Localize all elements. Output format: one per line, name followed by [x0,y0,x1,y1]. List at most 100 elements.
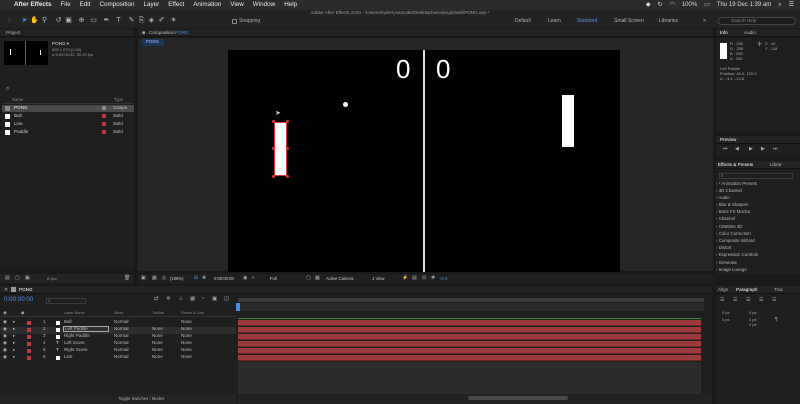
parent-select[interactable]: None [181,354,192,360]
timeline-zoom-bar[interactable] [238,394,712,404]
layer-name-input[interactable]: Left Paddle [63,326,109,332]
parent-select[interactable]: None [181,319,192,325]
new-folder-icon[interactable]: ▢ [15,276,20,281]
play-icon[interactable]: ▶ [749,147,753,152]
visibility-eye-icon[interactable]: ◉ [3,333,7,339]
menu-view[interactable]: View [230,1,244,8]
show-channel-icon[interactable]: ◐ [252,276,255,281]
control-center-icon[interactable]: ☰ [789,2,794,8]
visibility-eye-icon[interactable]: ◉ [3,354,7,360]
effect-item[interactable]: › Audio [716,195,800,200]
clock[interactable]: Thu 19 Dec 1:39 am [717,2,771,8]
trkmat-select[interactable]: None [152,347,163,353]
brush-tool-icon[interactable]: ✎ [128,17,135,24]
dropbox-icon[interactable]: ◆ [646,2,651,8]
visibility-eye-icon[interactable]: ◉ [3,319,7,325]
timeline-icon[interactable]: ▤ [412,276,417,281]
magnification[interactable]: (196%) [170,276,184,281]
mode-select[interactable]: Normal [114,354,129,360]
keyframe-icon[interactable]: ◫ [224,296,229,303]
lock-icon[interactable]: ■ [142,29,145,37]
ball[interactable] [343,102,348,107]
preview-toggle-icon[interactable]: ▣ [141,276,146,281]
align-tab[interactable]: Align [718,286,728,294]
clone-tool-icon[interactable]: ⎘ [138,17,145,24]
composition-tab-name[interactable]: PONG [175,29,189,37]
effect-item[interactable]: › Generate [716,260,800,265]
composition-mini-flowchart-icon[interactable]: ⇄ [154,296,159,303]
workspace-default[interactable]: Default [515,19,531,24]
zoom-tool-icon[interactable]: ⚲ [41,17,48,24]
search-help-input[interactable]: Search Help [718,17,796,25]
project-search-icon[interactable]: ⌕ [6,86,9,92]
trkmat-select[interactable]: None [152,354,163,360]
rectangle-tool-icon[interactable]: ▭ [90,17,97,24]
justify-all-icon[interactable]: ☰ [772,298,776,303]
layer-name[interactable]: Line [64,354,73,360]
project-item-ball[interactable]: Ball Solid [2,113,134,120]
snapping-checkbox[interactable] [232,19,237,24]
paragraph-tab[interactable]: Paragraph [736,286,757,294]
layer-duration-bar[interactable] [238,348,701,354]
audio-icon[interactable]: ▸ [13,326,15,332]
toggle-switches-modes[interactable]: Toggle Switches / Modes [118,396,164,401]
layer-name[interactable]: Ball [64,319,72,325]
libraries-tab[interactable]: Librar [770,161,782,169]
menu-file[interactable]: File [60,1,70,8]
effect-item[interactable]: › 3D Channel [716,188,800,193]
align-right-icon[interactable]: ☰ [746,298,750,303]
work-area-bar[interactable] [238,298,704,302]
preview-tab[interactable]: Preview [720,136,736,144]
project-item-pong[interactable]: PONG Compo [2,105,134,112]
label-color[interactable] [27,356,31,360]
visibility-eye-icon[interactable]: ◉ [3,347,7,353]
alpha-icon[interactable]: ✚ [202,276,206,281]
left-paddle[interactable] [272,120,289,178]
audio-icon[interactable]: ▸ [13,319,15,325]
audio-icon[interactable]: ▸ [13,340,15,346]
layer-duration-bar[interactable] [238,327,701,333]
effect-item[interactable]: › * Animation Presets [716,181,800,186]
transparency-icon[interactable]: ▩ [315,276,320,281]
fast-preview-icon[interactable]: ⚡ [402,276,408,281]
view-layout-select[interactable]: 1 View [372,276,385,281]
timeline-timecode[interactable]: 0:00:00:00 [4,296,33,303]
camera-tool-icon[interactable]: ▣ [65,17,72,24]
close-icon[interactable]: ✕ [4,286,8,294]
overflow-icon[interactable]: » [703,18,706,24]
exposure-value[interactable]: +0.0 [439,276,447,281]
workspace-learn[interactable]: Learn [548,19,561,24]
label-color[interactable] [27,321,31,325]
roto-tool-icon[interactable]: ✐ [158,17,165,24]
parent-select[interactable]: None [181,340,192,346]
first-frame-icon[interactable]: ⏮ [723,147,728,152]
grid-icon[interactable]: ⊞ [194,276,198,281]
menu-window[interactable]: Window [253,1,275,8]
audio-tab[interactable]: Audio [744,29,756,37]
effect-item[interactable]: › Distort [716,245,800,250]
wifi-icon[interactable]: ◠ [670,2,675,8]
space-after[interactable]: 0 px [749,323,757,327]
next-frame-icon[interactable]: ▶ [761,147,765,152]
direction-icon[interactable]: ¶ [775,318,778,323]
roi-icon[interactable]: ▢ [306,276,311,281]
eraser-tool-icon[interactable]: ◈ [148,17,155,24]
type-tool-icon[interactable]: T [115,17,122,24]
label-color[interactable] [27,349,31,353]
search-icon[interactable]: ⌕ [778,2,781,8]
menu-help[interactable]: Help [284,1,297,8]
layer-duration-bar[interactable] [238,355,701,361]
hand-tool-icon[interactable]: ✋ [30,17,39,24]
mode-select[interactable]: Normal [114,347,129,353]
prev-frame-icon[interactable]: ◀ [735,147,739,152]
effects-tab[interactable]: Effects & Presets [718,161,753,169]
delete-icon[interactable]: 🗑 [124,276,130,281]
indent-first[interactable]: 0 px [722,318,730,322]
time-ruler[interactable] [238,303,704,311]
audio-icon[interactable]: ▸ [13,333,15,339]
region-icon[interactable]: ▦ [152,276,157,281]
menu-composition[interactable]: Composition [99,1,134,8]
last-frame-icon[interactable]: ⏭ [773,147,778,152]
layer-name[interactable]: Right Paddle [64,333,90,339]
layer-duration-bar[interactable] [238,334,701,340]
